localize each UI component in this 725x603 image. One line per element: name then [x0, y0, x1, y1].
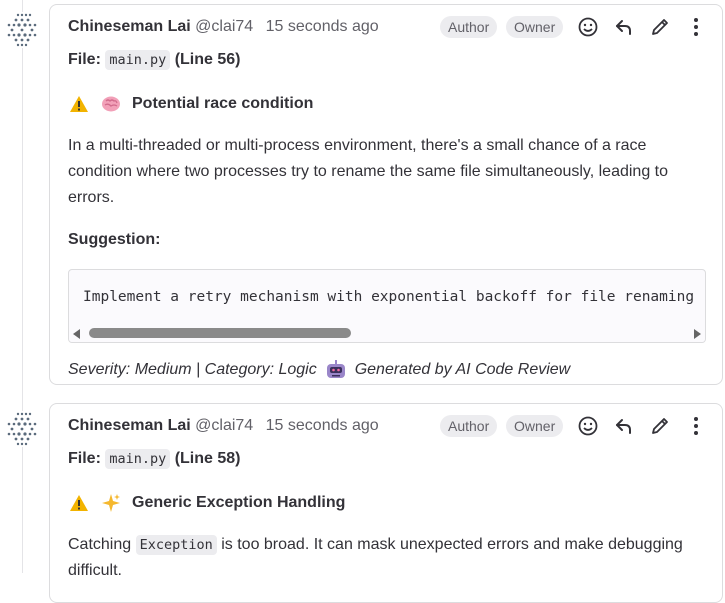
more-actions-icon[interactable] [684, 414, 708, 438]
warning-icon [68, 93, 90, 115]
suggestion-label: Suggestion: [68, 231, 161, 248]
file-name: main.py [105, 449, 171, 469]
issue-title: Potential race condition [132, 95, 314, 112]
note-card: Chineseman Lai @clai74 15 seconds ago Au… [49, 4, 723, 385]
note-header: Chineseman Lai @clai74 15 seconds ago Au… [50, 5, 722, 47]
author-name[interactable]: Chineseman Lai [68, 417, 191, 434]
more-actions-icon[interactable] [684, 15, 708, 39]
scrollbar-thumb[interactable] [89, 328, 351, 338]
issue-heading: Generic Exception Handling [68, 490, 704, 516]
timeline-line [22, 0, 23, 573]
note-header: Chineseman Lai @clai74 15 seconds ago Au… [50, 404, 722, 446]
robot-icon [325, 359, 347, 381]
avatar[interactable] [4, 411, 40, 447]
line-ref: (Line 58) [174, 450, 241, 467]
reply-icon[interactable] [612, 414, 636, 438]
author-info: Chineseman Lai @clai74 15 seconds ago [68, 18, 379, 36]
line-ref: (Line 56) [174, 51, 241, 68]
edit-pencil-icon[interactable] [648, 15, 672, 39]
severity-category: Severity: Medium | Category: Logic [68, 361, 317, 378]
edit-pencil-icon[interactable] [648, 414, 672, 438]
owner-badge: Owner [506, 16, 564, 38]
horizontal-scrollbar[interactable] [69, 324, 705, 342]
owner-badge: Owner [506, 415, 564, 437]
author-name[interactable]: Chineseman Lai [68, 18, 191, 35]
generated-by-label: Generated by AI Code Review [354, 361, 571, 378]
issue-description: In a multi-threaded or multi-process env… [68, 137, 669, 206]
scroll-right-arrow-icon[interactable] [694, 329, 701, 339]
file-label: File: [68, 450, 101, 467]
file-label: File: [68, 51, 101, 68]
suggestion-code-block[interactable]: Implement a retry mechanism with exponen… [68, 269, 706, 343]
avatar[interactable] [4, 12, 40, 48]
add-reaction-icon[interactable] [576, 414, 600, 438]
note-body: File: main.py (Line 58) Generic Exceptio… [50, 446, 722, 584]
issue-description: Catching Exception is too broad. It can … [68, 532, 704, 584]
note-timestamp[interactable]: 15 seconds ago [266, 417, 379, 434]
sparkles-icon [100, 492, 122, 514]
file-reference: File: main.py (Line 58) [68, 446, 704, 472]
author-info: Chineseman Lai @clai74 15 seconds ago [68, 417, 379, 435]
reply-icon[interactable] [612, 15, 636, 39]
note-body: File: main.py (Line 56) Potential race c… [50, 47, 722, 383]
description-prefix: Catching [68, 536, 132, 553]
exception-code: Exception [135, 535, 217, 555]
file-reference: File: main.py (Line 56) [68, 47, 704, 73]
issue-heading: Potential race condition [68, 91, 704, 117]
review-footer: Severity: Medium | Category: Logic Gener… [68, 357, 704, 383]
note-timestamp[interactable]: 15 seconds ago [266, 18, 379, 35]
avatar-identicon-icon [7, 412, 37, 446]
file-name: main.py [105, 50, 171, 70]
author-badge: Author [440, 16, 498, 38]
brain-icon [100, 93, 122, 115]
scroll-left-arrow-icon[interactable] [73, 329, 80, 339]
avatar-identicon-icon [7, 13, 37, 47]
author-badge: Author [440, 415, 498, 437]
author-handle[interactable]: @clai74 [195, 417, 253, 434]
note-card: Chineseman Lai @clai74 15 seconds ago Au… [49, 403, 723, 603]
issue-title: Generic Exception Handling [132, 494, 346, 511]
add-reaction-icon[interactable] [576, 15, 600, 39]
author-handle[interactable]: @clai74 [195, 18, 253, 35]
suggestion-code: Implement a retry mechanism with exponen… [83, 289, 695, 305]
warning-icon [68, 492, 90, 514]
